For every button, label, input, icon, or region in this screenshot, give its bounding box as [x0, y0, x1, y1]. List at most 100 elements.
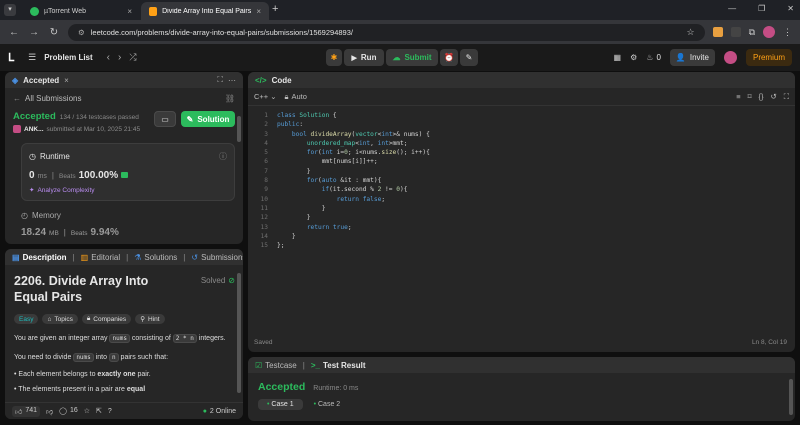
braces-icon[interactable]: {} [758, 92, 763, 102]
line-number: 4 [264, 139, 268, 147]
tab-solutions[interactable]: ⚗ Solutions [134, 253, 177, 262]
problem-list-link[interactable]: Problem List [44, 53, 92, 62]
format-icon[interactable]: ≡ [736, 92, 740, 102]
forward-icon[interactable]: → [28, 27, 40, 38]
username[interactable]: ANK... [24, 126, 44, 133]
tab-description[interactable]: ▤ Description [12, 253, 67, 262]
reset-icon[interactable]: ↺ [770, 92, 776, 102]
profile-avatar[interactable] [763, 26, 775, 38]
companies-tag[interactable]: 🔒︎ Companies [81, 314, 132, 324]
tab-editorial[interactable]: ▥ Editorial [81, 253, 120, 262]
accepted-tab-title[interactable]: Accepted [23, 76, 59, 85]
prev-problem-icon[interactable]: ‹ [107, 52, 110, 63]
tab-testcase[interactable]: ☑ Testcase [255, 361, 297, 370]
browser-tab-leetcode[interactable]: Divide Array Into Equal Pairs - L × [141, 2, 269, 20]
result-runtime: Runtime: 0 ms [313, 385, 359, 392]
info-icon[interactable]: ⓘ [219, 151, 227, 162]
dislike-button[interactable]: 👎︎ [46, 407, 53, 416]
line-number: 8 [264, 177, 268, 185]
star-icon[interactable]: ☆ [84, 407, 90, 415]
all-submissions-link[interactable]: All Submissions [25, 94, 81, 103]
editorial-button[interactable]: ▭ [154, 111, 176, 127]
testcases-passed: 134 / 134 testcases passed [59, 114, 139, 121]
auto-mode[interactable]: 🔒︎ Auto [284, 92, 306, 102]
scrollbar[interactable] [789, 379, 793, 415]
leetcode-icon [149, 6, 158, 16]
shuffle-icon[interactable]: ⤮ [129, 52, 136, 63]
timer-button[interactable]: ⏰ [440, 49, 458, 66]
analyze-complexity-link[interactable]: Analyze Complexity [37, 187, 94, 194]
reload-icon[interactable]: ↻ [48, 27, 60, 38]
help-icon[interactable]: ? [108, 408, 112, 415]
site-info-icon[interactable]: ⚙ [78, 28, 85, 37]
run-button[interactable]: ▶ Run [344, 49, 384, 66]
like-button[interactable]: 👍︎ 741 [12, 405, 41, 417]
more-icon[interactable]: ⋯ [228, 76, 236, 85]
next-problem-icon[interactable]: › [118, 52, 121, 63]
play-icon: ▶ [351, 54, 357, 62]
back-icon[interactable]: ← [8, 27, 20, 38]
share-icon[interactable]: ⇱ [96, 407, 102, 415]
language-select[interactable]: C++ ⌄ [254, 92, 276, 101]
fullscreen-icon[interactable]: ⛶ [784, 92, 789, 102]
user-avatar[interactable] [723, 51, 737, 64]
solution-button[interactable]: ✎ Solution [181, 111, 235, 127]
close-icon[interactable]: × [256, 7, 261, 16]
extension-icon[interactable] [730, 27, 741, 37]
extension-icon[interactable] [712, 27, 723, 37]
scrollbar[interactable] [237, 273, 241, 393]
debug-button[interactable]: ✱ [326, 49, 342, 66]
code-panel: </> Code C++ ⌄ 🔒︎ Auto ≡ ⌑ {} ↺ ⛶ 12345678… [248, 72, 795, 352]
share-link-icon[interactable]: ⛓ [225, 94, 235, 103]
difficulty-badge[interactable]: Easy [14, 314, 39, 324]
scrollbar[interactable] [237, 116, 241, 142]
line-number: 3 [264, 130, 268, 138]
topics-tag[interactable]: ⌂ Topics [42, 314, 78, 324]
memory-chip-icon: ◴ [21, 211, 28, 220]
bookmark-icon[interactable]: ⌑ [748, 92, 752, 102]
maximize-icon[interactable]: ❐ [758, 4, 765, 13]
layout-icon[interactable]: ▦ [614, 53, 622, 62]
close-window-icon[interactable]: ✕ [787, 4, 794, 13]
leetcode-logo-icon[interactable]: ᒪ [8, 51, 14, 64]
memory-label[interactable]: Memory [32, 211, 61, 220]
notifications[interactable]: ♨ 0 [646, 53, 661, 62]
extensions-puzzle-icon[interactable]: ⧉ [749, 27, 755, 38]
notes-button[interactable]: ✎ [460, 49, 478, 66]
tab-test-result[interactable]: >_ Test Result [311, 361, 366, 370]
close-icon[interactable]: × [127, 7, 132, 16]
minimize-icon[interactable]: — [728, 4, 736, 13]
notification-count: 0 [656, 53, 661, 62]
invite-button[interactable]: 👤 Invite [669, 49, 715, 66]
comments-button[interactable]: ◯ 16 [59, 407, 78, 415]
bullet-1: • Each element belongs to exactly one pa… [14, 371, 151, 378]
code-content: class Solution { public: bool divideArra… [277, 112, 430, 250]
browser-menu-icon[interactable]: ⋮ [783, 27, 792, 38]
code-tab-title[interactable]: Code [272, 76, 292, 85]
premium-button[interactable]: Premium [745, 49, 792, 66]
expand-icon[interactable]: ⛶ [217, 75, 223, 85]
url-text: leetcode.com/problems/divide-array-into-… [90, 27, 353, 37]
settings-gear-icon[interactable]: ⚙ [630, 53, 637, 62]
case-1-tab[interactable]: • Case 1 [258, 399, 303, 410]
tag-icon: ⌂ [47, 315, 52, 323]
submit-button[interactable]: ☁ Submit [386, 49, 438, 66]
url-field[interactable]: ⚙ leetcode.com/problems/divide-array-int… [68, 23, 705, 41]
browser-tab-utorrent[interactable]: µTorrent Web × [22, 2, 140, 20]
user-avatar-small [13, 125, 21, 133]
beats-label: Beats [58, 173, 76, 180]
tab-submissions[interactable]: ↺ Submissions [191, 253, 243, 262]
close-tab-icon[interactable]: × [64, 76, 69, 85]
runtime-unit: ms [37, 173, 47, 180]
memory-beats-label: Beats [70, 230, 88, 237]
bookmark-star-icon[interactable]: ☆ [686, 27, 694, 38]
result-status: Accepted [258, 381, 306, 393]
tab-search-icon[interactable]: ▾ [4, 4, 16, 16]
back-arrow-icon[interactable]: ← [13, 94, 21, 103]
bug-icon: ✱ [330, 53, 338, 62]
code-icon: </> [255, 75, 267, 85]
code-editor[interactable]: 1 2 3 4 5 6 7 8 9 10 11 12 13 14 15 class Solution { p… [248, 106, 795, 338]
case-2-tab[interactable]: • Case 2 [309, 399, 346, 410]
new-tab-button[interactable]: + [272, 3, 278, 15]
hint-tag[interactable]: ⚲ Hint [135, 314, 165, 324]
